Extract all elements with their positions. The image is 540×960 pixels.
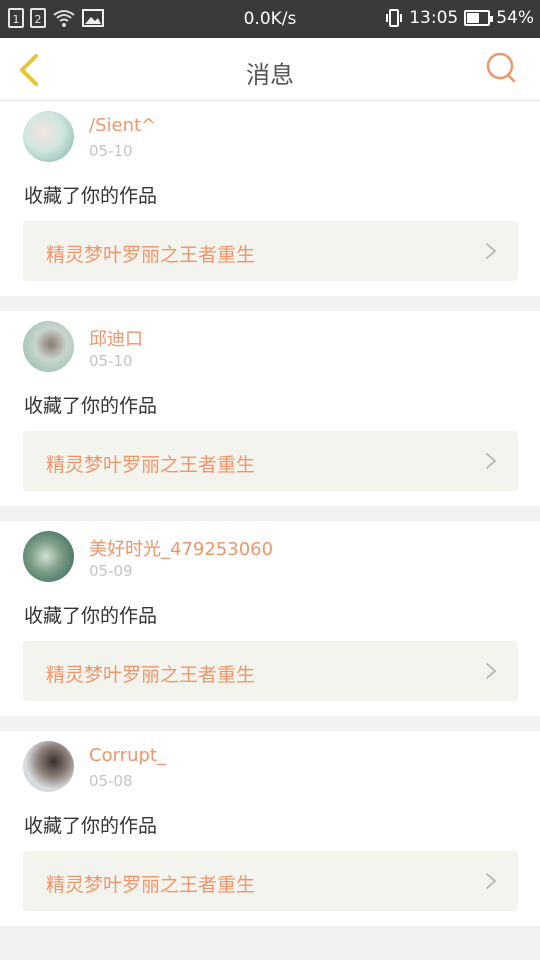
chevron-right-icon	[486, 663, 497, 679]
avatar[interactable]	[23, 111, 74, 162]
username[interactable]: 美好时光_479253060	[89, 535, 273, 561]
status-icons-right: 13:05 54%	[385, 8, 534, 28]
status-bar: 1 2 0.0K/s 13:05 54%	[0, 0, 540, 38]
work-title: 精灵梦叶罗丽之王者重生	[46, 874, 256, 896]
work-title: 精灵梦叶罗丽之王者重生	[46, 664, 256, 686]
work-link[interactable]: 精灵梦叶罗丽之王者重生	[23, 851, 518, 911]
page-title: 消息	[246, 61, 294, 89]
username[interactable]: 邱迪口	[89, 325, 143, 351]
vibrate-icon	[386, 9, 403, 27]
work-title: 精灵梦叶罗丽之王者重生	[46, 244, 256, 266]
message-card: 美好时光_479253060 05-09 收藏了你的作品 精灵梦叶罗丽之王者重生	[0, 521, 540, 716]
work-link[interactable]: 精灵梦叶罗丽之王者重生	[23, 221, 518, 281]
message-date: 05-08	[89, 772, 133, 790]
message-action: 收藏了你的作品	[24, 605, 158, 627]
username[interactable]: Corrupt_	[89, 745, 166, 766]
battery-percent: 54%	[496, 8, 534, 28]
message-card: Corrupt_ 05-08 收藏了你的作品 精灵梦叶罗丽之王者重生	[0, 731, 540, 926]
clock: 13:05	[409, 8, 459, 28]
message-action: 收藏了你的作品	[24, 815, 158, 837]
work-link[interactable]: 精灵梦叶罗丽之王者重生	[23, 641, 518, 701]
battery-fill	[467, 13, 480, 23]
message-card: 邱迪口 05-10 收藏了你的作品 精灵梦叶罗丽之王者重生	[0, 311, 540, 506]
username[interactable]: /Sient^	[89, 115, 156, 136]
message-card: /Sient^ 05-10 收藏了你的作品 精灵梦叶罗丽之王者重生	[0, 101, 540, 296]
avatar[interactable]	[23, 321, 74, 372]
message-date: 05-10	[89, 352, 133, 370]
battery-icon	[464, 10, 494, 26]
message-action: 收藏了你的作品	[24, 185, 158, 207]
search-icon[interactable]	[486, 52, 518, 84]
avatar[interactable]	[23, 531, 74, 582]
work-link[interactable]: 精灵梦叶罗丽之王者重生	[23, 431, 518, 491]
message-action: 收藏了你的作品	[24, 395, 158, 417]
chevron-right-icon	[486, 873, 497, 889]
work-title: 精灵梦叶罗丽之王者重生	[46, 454, 256, 476]
chevron-right-icon	[486, 243, 497, 259]
chevron-right-icon	[486, 453, 497, 469]
message-list: /Sient^ 05-10 收藏了你的作品 精灵梦叶罗丽之王者重生 邱迪口 05…	[0, 101, 540, 941]
avatar[interactable]	[23, 741, 74, 792]
message-date: 05-10	[89, 142, 133, 160]
header: 消息	[0, 38, 540, 101]
message-date: 05-09	[89, 562, 133, 580]
